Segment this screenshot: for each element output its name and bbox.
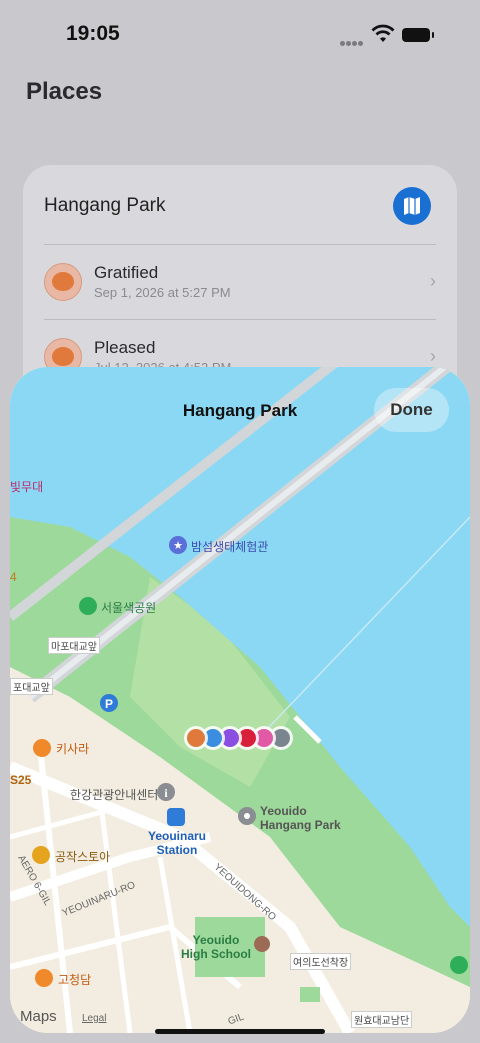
map-label: 포대교앞 (10, 678, 53, 695)
restaurant-icon[interactable] (35, 969, 53, 987)
map-label: 여의도선착장 (290, 953, 352, 970)
map-label: 고청담 (58, 973, 92, 987)
map-label: Yeouido High School (181, 933, 251, 961)
status-time: 19:05 (66, 22, 120, 45)
svg-text:P: P (105, 697, 113, 711)
divider (44, 244, 436, 245)
restaurant-icon[interactable] (33, 739, 51, 757)
legal-link[interactable]: Legal (82, 1013, 106, 1024)
divider (44, 319, 436, 320)
chevron-right-icon: › (430, 271, 436, 291)
mood-icon (44, 263, 82, 301)
park-poi-icon[interactable] (79, 597, 97, 615)
bank-icon[interactable] (450, 956, 468, 974)
map-label: Yeouinaru Station (148, 829, 207, 857)
maps-attribution: Maps (20, 1008, 57, 1025)
chevron-right-icon: › (430, 346, 436, 366)
map-label: S25 (10, 773, 32, 787)
map-label: 마포대교앞 (48, 637, 100, 654)
wifi-icon (371, 24, 395, 42)
map-label: 빛무대 (10, 480, 44, 494)
mood-label: Gratified (94, 263, 159, 282)
map-label: 원효대교남단 (351, 1011, 413, 1028)
subway-icon[interactable] (167, 808, 185, 826)
mood-pin-cluster[interactable] (184, 726, 293, 750)
map-label: 한강관광안내센터 (70, 788, 159, 802)
shop-icon[interactable] (32, 846, 50, 864)
map-sheet: ★ P i Hangang Park Done 빛무대 4 밤섬생태체험관 서울… (10, 367, 470, 1033)
school-icon[interactable] (254, 936, 270, 952)
signal-icon (340, 33, 364, 46)
page-title: Places (26, 78, 103, 105)
home-indicator (155, 1029, 325, 1034)
done-button[interactable]: Done (374, 388, 449, 432)
battery-icon (402, 28, 434, 42)
mood-label: Pleased (94, 338, 156, 357)
map-label: 4 (10, 570, 17, 584)
map-icon (404, 197, 420, 215)
svg-text:★: ★ (173, 539, 183, 552)
map-label: Yeouido Hangang Park (260, 804, 341, 832)
show-map-button[interactable] (393, 187, 431, 225)
mood-pin-dot (187, 729, 205, 747)
map-label: 공작스토아 (55, 850, 111, 864)
map-label: 키사라 (56, 742, 90, 756)
map-label: 밤섬생태체험관 (191, 540, 269, 554)
map-label: 서울색공원 (101, 601, 157, 615)
status-bar: 19:05 (0, 0, 480, 70)
entry-date: Sep 1, 2026 at 5:27 PM (94, 285, 231, 300)
list-item[interactable]: Gratified Sep 1, 2026 at 5:27 PM › (44, 263, 436, 323)
place-name: Hangang Park (44, 195, 166, 216)
